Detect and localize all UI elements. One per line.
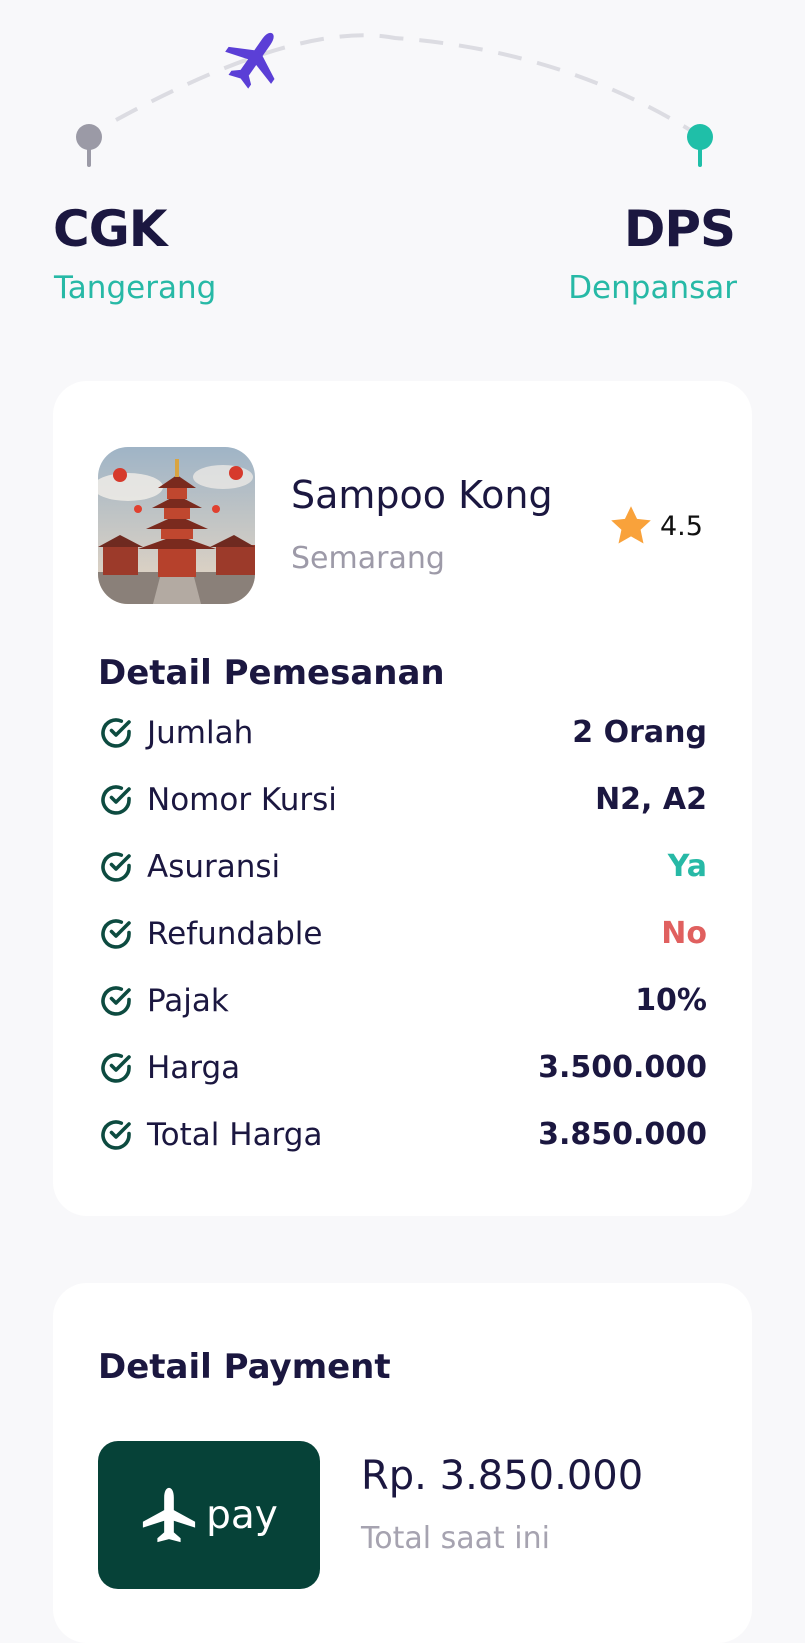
origin-pin-icon	[76, 124, 102, 167]
detail-label: Total Harga	[147, 1116, 323, 1153]
detail-value: 3.500.000	[538, 1050, 707, 1085]
pay-button-label: pay	[206, 1492, 278, 1538]
payment-section-title: Detail Payment	[98, 1347, 391, 1387]
detail-label: Asuransi	[147, 848, 281, 885]
check-circle-icon	[101, 717, 131, 748]
booking-section-title: Detail Pemesanan	[98, 653, 445, 693]
flight-route: CGK Tangerang DPS Denpansar	[0, 0, 805, 330]
check-circle-icon	[101, 1052, 131, 1083]
airplane-icon	[225, 32, 275, 89]
check-circle-icon	[101, 851, 131, 882]
detail-label: Harga	[147, 1049, 241, 1086]
origin-city: Tangerang	[54, 270, 217, 306]
destination-code: DPS	[623, 200, 736, 258]
airplane-icon	[143, 1487, 196, 1543]
check-circle-icon	[101, 1119, 131, 1150]
check-circle-icon	[101, 985, 131, 1016]
detail-row-nomor-kursi: Nomor Kursi N2, A2	[98, 766, 707, 833]
booking-detail-list: Jumlah 2 Orang Nomor Kursi N2, A2 Asuran…	[98, 699, 707, 1168]
detail-value: 2 Orang	[572, 715, 707, 750]
detail-value: No	[661, 916, 707, 951]
detail-row-jumlah: Jumlah 2 Orang	[98, 699, 707, 766]
detail-value: N2, A2	[595, 782, 707, 817]
detail-label: Refundable	[147, 915, 323, 952]
destination-name: Sampoo Kong	[291, 473, 553, 517]
destination-city: Denpansar	[568, 270, 737, 306]
pay-button[interactable]: pay	[98, 1441, 320, 1589]
detail-row-asuransi: Asuransi Ya	[98, 833, 707, 900]
detail-value: 10%	[635, 983, 707, 1018]
destination-thumbnail	[98, 447, 255, 604]
temple-photo-icon	[98, 447, 255, 604]
detail-label: Nomor Kursi	[147, 781, 337, 818]
rating-value: 4.5	[660, 510, 703, 542]
origin-code: CGK	[53, 200, 167, 258]
detail-row-total-harga: Total Harga 3.850.000	[98, 1101, 707, 1168]
detail-label: Jumlah	[147, 714, 254, 751]
detail-row-harga: Harga 3.500.000	[98, 1034, 707, 1101]
payment-detail-card: Detail Payment pay Rp. 3.850.000 Total s…	[53, 1283, 752, 1643]
flight-path-line	[115, 33, 692, 132]
detail-row-refundable: Refundable No	[98, 900, 707, 967]
detail-label: Pajak	[147, 982, 229, 1019]
check-circle-icon	[101, 784, 131, 815]
destination-location: Semarang	[291, 541, 445, 576]
payment-amount-caption: Total saat ini	[361, 1521, 550, 1556]
booking-detail-card: Sampoo Kong Semarang 4.5 Detail Pemesana…	[53, 381, 752, 1216]
detail-row-pajak: Pajak 10%	[98, 967, 707, 1034]
detail-value: Ya	[667, 849, 707, 884]
check-circle-icon	[101, 918, 131, 949]
destination-pin-icon	[687, 124, 713, 167]
payment-amount: Rp. 3.850.000	[361, 1453, 644, 1499]
detail-value: 3.850.000	[538, 1117, 707, 1152]
star-icon	[611, 506, 651, 544]
rating: 4.5	[606, 501, 703, 551]
